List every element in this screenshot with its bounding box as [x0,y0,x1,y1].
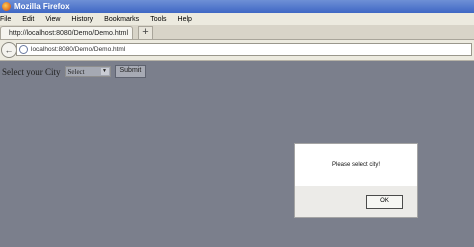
alert-message: Please select city! [331,162,381,168]
tab-strip: http://localhost:8080/Demo/Demo.html + [0,25,474,40]
back-button[interactable]: ← [1,42,17,58]
tab-title: http://localhost:8080/Demo/Demo.html [9,29,129,37]
menu-tools[interactable]: Tools [150,16,166,23]
alert-footer: OK [295,186,417,217]
navigation-bar: ← localhost:8080/Demo/Demo.html [0,40,474,61]
city-select[interactable]: Select ▼ [64,66,111,77]
menu-help[interactable]: Help [178,16,192,23]
plus-icon: + [142,26,149,38]
menu-bookmarks[interactable]: Bookmarks [104,16,139,23]
city-label: Select your City [2,66,61,77]
ok-button[interactable]: OK [366,195,403,209]
globe-icon [19,45,28,54]
address-bar[interactable]: localhost:8080/Demo/Demo.html [16,43,472,56]
menu-file[interactable]: File [0,16,11,23]
new-tab-button[interactable]: + [138,26,153,40]
menu-view[interactable]: View [45,16,60,23]
chevron-down-icon: ▼ [100,68,109,75]
city-select-value: Select [67,68,85,76]
window-title: Mozilla Firefox [14,2,70,11]
menu-edit[interactable]: Edit [22,16,34,23]
menu-history[interactable]: History [71,16,93,23]
back-arrow-icon: ← [4,45,14,55]
menu-bar: File Edit View History Bookmarks Tools H… [0,13,474,25]
firefox-icon [2,2,11,11]
city-form: Select your City Select ▼ Submit [2,65,147,78]
submit-button[interactable]: Submit [114,65,147,78]
title-bar: Mozilla Firefox [0,0,474,13]
browser-tab[interactable]: http://localhost:8080/Demo/Demo.html [0,26,133,39]
url-text: localhost:8080/Demo/Demo.html [31,46,126,53]
alert-dialog: Please select city! OK [294,143,418,218]
